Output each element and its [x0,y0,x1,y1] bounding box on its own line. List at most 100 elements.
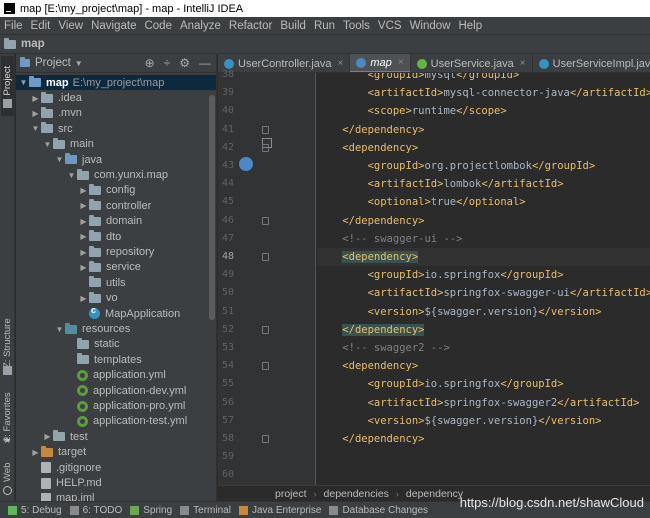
chevron-right-icon[interactable]: ▶ [30,94,41,103]
menu-run[interactable]: Run [310,20,339,32]
menu-code[interactable]: Code [140,20,176,32]
tree-item[interactable]: ▶ service [16,260,216,275]
tool-tab-web[interactable]: Web [1,459,14,485]
chevron-right-icon[interactable]: ▶ [78,186,89,195]
tool-window-button[interactable]: Terminal [172,505,231,516]
locate-target-icon[interactable]: ⊕ [145,56,155,70]
tree-item[interactable]: application-dev.yml [16,383,216,398]
tree-item-label: com.yunxi.map [94,169,168,182]
menu-build[interactable]: Build [276,20,310,32]
tool-window-button[interactable]: 6: TODO [62,505,122,516]
project-view-selector[interactable]: Project [35,57,71,69]
tree-item[interactable]: ▶ dto [16,229,216,244]
line-number: 54 [221,360,234,372]
tree-item[interactable]: ▼ com.yunxi.map [16,167,216,182]
tree-item[interactable]: ▶ test [16,429,216,444]
minimize-icon[interactable]: — [199,56,211,70]
fold-marker-icon[interactable] [262,125,269,134]
menu-window[interactable]: Window [406,20,455,32]
gear-icon[interactable]: ⚙ [179,56,190,70]
chevron-right-icon[interactable]: ▶ [42,432,53,441]
code-line: </dependency> [342,433,425,445]
tree-item[interactable]: .gitignore [16,460,216,475]
close-icon[interactable]: × [520,58,526,69]
tree-item[interactable]: MapApplication [16,305,216,321]
chevron-right-icon[interactable]: ▶ [30,448,41,457]
tool-tab-structure[interactable]: Z: Structure [1,316,14,370]
tree-item[interactable]: templates [16,352,216,367]
tool-window-button[interactable]: 5: Debug [0,505,62,516]
chevron-right-icon[interactable]: ▶ [78,263,89,272]
chevron-down-icon[interactable]: ▼ [18,78,29,87]
line-number: 52 [221,323,234,335]
fold-marker-icon[interactable] [262,435,269,443]
chevron-down-icon[interactable]: ▼ [42,140,53,149]
editor-tab[interactable]: UserController.java × [218,54,351,72]
tool-window-button[interactable]: Java Enterprise [231,505,321,516]
tool-window-button[interactable]: Database Changes [321,505,428,516]
tree-item[interactable]: ▶ repository [16,244,216,259]
tree-item[interactable]: application-pro.yml [16,398,216,413]
chevron-right-icon[interactable]: ▶ [78,294,89,303]
tree-item[interactable]: ▶ domain [16,214,216,229]
tree-item[interactable]: ▶ .idea [16,90,216,105]
fold-marker-icon[interactable] [262,325,269,334]
code-view[interactable]: <groupId>mysql</groupId> <artifactId>mys… [317,73,650,485]
tree-item[interactable]: ▶ .mvn [16,106,216,121]
tree-item[interactable]: map.iml [16,491,216,501]
chevron-right-icon[interactable]: ▶ [30,109,41,118]
tree-item[interactable]: ▶ vo [16,291,216,306]
menu-edit[interactable]: Edit [27,20,55,32]
tree-item[interactable]: ▼ resources [16,321,216,336]
fold-marker-icon[interactable] [262,253,269,261]
tree-item[interactable]: static [16,337,216,352]
collapse-all-icon[interactable]: ÷ [164,56,171,70]
chevron-down-icon[interactable]: ▼ [54,325,65,334]
line-number: 49 [221,269,234,281]
tree-item[interactable]: ▼ map E:\my_project\map [16,75,216,91]
tree-item[interactable]: application-test.yml [16,414,216,429]
menu-help[interactable]: Help [454,20,486,32]
tool-window-button[interactable]: Spring [122,505,172,516]
tree-item[interactable]: ▶ controller [16,198,216,213]
tree-item[interactable]: ▼ java [16,152,216,167]
breadcrumb-item[interactable]: project [275,488,307,500]
tree-item[interactable]: ▶ config [16,183,216,198]
breadcrumb-item[interactable]: dependencies [324,488,389,500]
nav-project-name[interactable]: map [21,38,45,50]
menu-navigate[interactable]: Navigate [87,20,140,32]
folder-icon [77,337,89,349]
close-icon[interactable]: × [398,57,404,68]
chevron-down-icon[interactable]: ▼ [54,155,65,164]
chevron-right-icon[interactable]: ▶ [78,217,89,226]
tree-item[interactable]: ▶ target [16,445,216,460]
tree-item[interactable]: HELP.md [16,475,216,490]
chevron-down-icon[interactable]: ▼ [66,171,77,180]
breadcrumb-item[interactable]: dependency [406,488,463,500]
menu-vcs[interactable]: VCS [374,20,406,32]
tree-item[interactable]: ▼ main [16,137,216,152]
menu-tools[interactable]: Tools [339,20,374,32]
editor-tab[interactable]: map × [350,54,411,72]
menu-refactor[interactable]: Refactor [225,20,276,32]
chevron-down-icon[interactable]: ▼ [75,59,83,68]
chevron-right-icon[interactable]: ▶ [78,248,89,257]
menu-view[interactable]: View [54,20,87,32]
chevron-down-icon[interactable]: ▼ [30,124,41,133]
maven-sync-icon[interactable] [239,157,253,171]
fold-marker-icon[interactable] [262,362,269,371]
editor-tab[interactable]: UserService.java × [411,54,533,72]
tree-item[interactable]: utils [16,275,216,290]
menu-file[interactable]: File [0,20,27,32]
close-icon[interactable]: × [338,58,344,69]
chevron-right-icon[interactable]: ▶ [78,201,89,210]
fold-marker-icon[interactable] [262,216,269,225]
fold-marker-icon[interactable] [262,143,269,152]
tree-item[interactable]: application.yml [16,368,216,383]
chevron-right-icon[interactable]: ▶ [78,232,89,241]
spring-leaf-icon [130,505,140,515]
tree-item-label: static [94,338,120,351]
editor-tab[interactable]: UserServiceImpl.java× [533,54,650,72]
tree-item[interactable]: ▼ src [16,121,216,136]
menu-analyze[interactable]: Analyze [176,20,225,32]
